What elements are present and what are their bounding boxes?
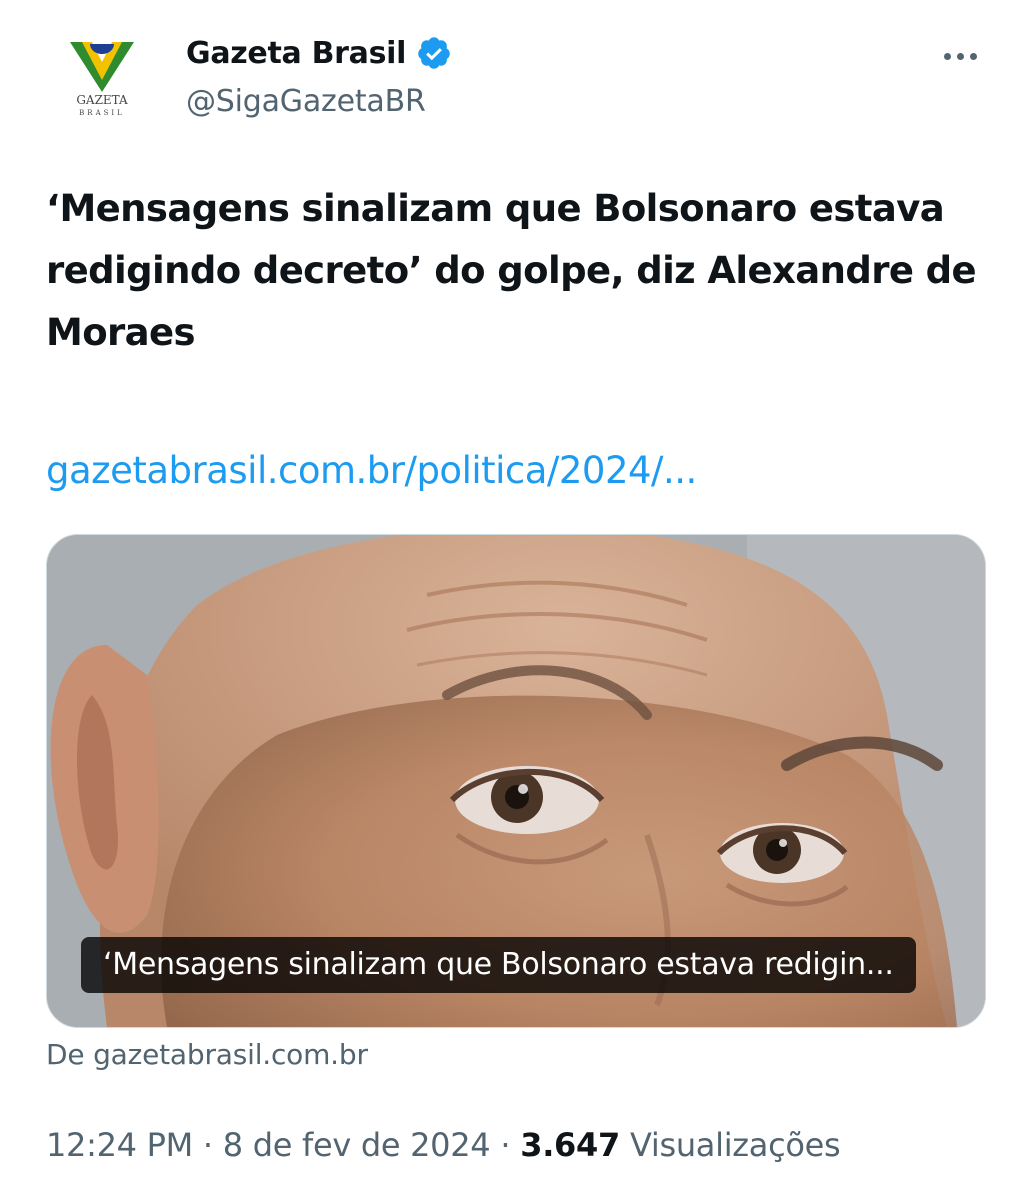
more-dot (943, 52, 951, 60)
tweet-link[interactable]: gazetabrasil.com.br/politica/2024/... (46, 440, 697, 502)
more-dot (956, 52, 964, 60)
views-count: 3.647 (520, 1126, 620, 1164)
tweet-text: ‘Mensagens sinalizam que Bolsonaro estav… (46, 187, 977, 354)
author-handle[interactable]: @SigaGazetaBR (186, 84, 426, 119)
gazeta-brasil-logo: GAZETA BRASIL (70, 42, 134, 117)
author-avatar[interactable]: GAZETA BRASIL (46, 22, 158, 134)
tweet-date[interactable]: 8 de fev de 2024 (223, 1126, 491, 1164)
more-options-icon[interactable] (930, 36, 990, 76)
views-label[interactable]: Visualizações (630, 1126, 841, 1164)
author-display-name[interactable]: Gazeta Brasil (186, 36, 406, 71)
author-name-row[interactable]: Gazeta Brasil (186, 30, 452, 76)
tweet-meta: 12:24 PM · 8 de fev de 2024 · 3.647 Visu… (46, 1126, 841, 1164)
meta-separator: · (202, 1126, 213, 1164)
card-caption: ‘Mensagens sinalizam que Bolsonaro estav… (81, 937, 916, 993)
link-preview-card[interactable]: ‘Mensagens sinalizam que Bolsonaro estav… (46, 534, 986, 1028)
logo-text-bottom: BRASIL (79, 109, 125, 117)
verified-badge-icon (418, 37, 450, 69)
tweet-time[interactable]: 12:24 PM (46, 1126, 193, 1164)
card-source[interactable]: De gazetabrasil.com.br (46, 1038, 368, 1071)
meta-separator: · (500, 1126, 511, 1164)
tweet: GAZETA BRASIL Gazeta Brasil @SigaGazetaB… (0, 0, 1032, 1200)
more-dot (969, 52, 977, 60)
logo-text-top: GAZETA (76, 93, 128, 107)
